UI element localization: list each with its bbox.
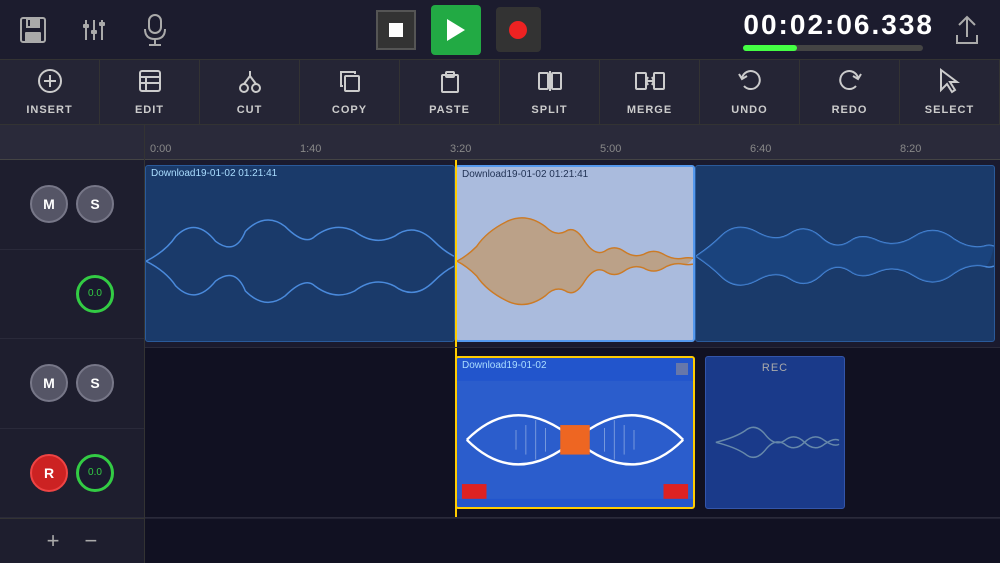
- toolbar: INSERT EDIT CUT: [0, 60, 1000, 125]
- midi-clip1-waveform: [457, 373, 693, 507]
- select-button[interactable]: SELECT: [900, 60, 1000, 125]
- copy-button[interactable]: COPY: [300, 60, 400, 125]
- transport-left: [15, 12, 173, 48]
- upload-button[interactable]: [949, 12, 985, 48]
- clip2-label: Download19-01-02 01:21:41: [457, 167, 693, 182]
- add-track-button[interactable]: +: [47, 528, 60, 554]
- insert-button[interactable]: INSERT: [0, 60, 100, 125]
- split-label: SPLIT: [531, 104, 567, 116]
- ruler-mark-4: 6:40: [750, 143, 771, 155]
- rec-label: REC: [762, 362, 788, 374]
- rec-waveform: [706, 377, 844, 508]
- redo-button[interactable]: REDO: [800, 60, 900, 125]
- select-icon: [937, 68, 963, 100]
- time-progress-fill: [743, 45, 797, 51]
- merge-icon: [635, 68, 665, 100]
- track-add-remove: + −: [0, 518, 144, 563]
- insert-icon: [37, 68, 63, 100]
- save-button[interactable]: [15, 12, 51, 48]
- track2-row: Download19-01-02: [145, 348, 1000, 518]
- track2-controls: M S: [0, 339, 144, 429]
- add-track-area: [145, 518, 1000, 563]
- transport-bar: 00:02:06.338: [0, 0, 1000, 60]
- audio-clip-3[interactable]: [695, 165, 995, 342]
- track1-controls: M S: [0, 160, 144, 250]
- midi-clip1-label: Download19-01-02: [457, 358, 693, 373]
- clip-handle-1[interactable]: [676, 363, 688, 375]
- playhead-track2: [455, 348, 457, 517]
- ruler-mark-1: 1:40: [300, 143, 321, 155]
- track2-volume: R 0.0: [0, 429, 144, 519]
- clip2-waveform: [457, 182, 693, 340]
- ruler-mark-5: 8:20: [900, 143, 921, 155]
- insert-label: INSERT: [26, 104, 72, 116]
- undo-icon: [737, 68, 763, 100]
- merge-label: MERGE: [627, 104, 672, 116]
- track2-record-button[interactable]: R: [30, 454, 68, 492]
- time-display-wrapper: 00:02:06.338: [743, 9, 934, 51]
- remove-track-button[interactable]: −: [85, 528, 98, 554]
- track-controls: M S 0.0 M S R 0.0 + −: [0, 125, 145, 563]
- track1-volume: 0.0: [0, 250, 144, 340]
- microphone-icon[interactable]: [137, 12, 173, 48]
- time-display: 00:02:06.338: [743, 9, 934, 41]
- copy-icon: [337, 68, 363, 100]
- cut-icon: [237, 68, 263, 100]
- split-icon: [537, 68, 563, 100]
- audio-clip-2-selected[interactable]: Download19-01-02 01:21:41: [455, 165, 695, 342]
- edit-label: EDIT: [135, 104, 164, 116]
- ruler-spacer: [0, 125, 144, 160]
- audio-clip-1[interactable]: Download19-01-02 01:21:41: [145, 165, 455, 342]
- cut-button[interactable]: CUT: [200, 60, 300, 125]
- select-label: SELECT: [925, 104, 974, 116]
- clip1-label: Download19-01-02 01:21:41: [146, 166, 454, 181]
- rec-clip[interactable]: REC: [705, 356, 845, 509]
- stop-button[interactable]: [376, 10, 416, 50]
- edit-button[interactable]: EDIT: [100, 60, 200, 125]
- copy-label: COPY: [332, 104, 367, 116]
- merge-button[interactable]: MERGE: [600, 60, 700, 125]
- paste-label: PASTE: [429, 104, 470, 116]
- ruler-mark-2: 3:20: [450, 143, 471, 155]
- timeline-ruler: 0:00 1:40 3:20 5:00 6:40 8:20: [145, 125, 1000, 160]
- redo-icon: [837, 68, 863, 100]
- cut-label: CUT: [237, 104, 263, 116]
- clip1-waveform: [146, 181, 454, 341]
- undo-label: UNDO: [731, 104, 767, 116]
- transport-right: 00:02:06.338: [743, 9, 985, 51]
- track2-volume-knob[interactable]: 0.0: [76, 454, 114, 492]
- record-button[interactable]: [496, 7, 541, 52]
- ruler-mark-3: 5:00: [600, 143, 621, 155]
- clip3-waveform: [696, 171, 994, 341]
- track2-mute-button[interactable]: M: [30, 364, 68, 402]
- track1-row: Download19-01-02 01:21:41 Download19-01-…: [145, 160, 1000, 348]
- paste-icon: [437, 68, 463, 100]
- split-button[interactable]: SPLIT: [500, 60, 600, 125]
- mixer-icon[interactable]: [76, 12, 112, 48]
- play-button[interactable]: [431, 5, 481, 55]
- timeline-area: 0:00 1:40 3:20 5:00 6:40 8:20 Download19…: [145, 125, 1000, 563]
- edit-icon: [137, 68, 163, 100]
- track1-solo-button[interactable]: S: [76, 185, 114, 223]
- time-progress-bar: [743, 45, 923, 51]
- midi-clip-1[interactable]: Download19-01-02: [455, 356, 695, 509]
- transport-controls: [376, 5, 541, 55]
- ruler-mark-0: 0:00: [150, 143, 171, 155]
- track1-mute-button[interactable]: M: [30, 185, 68, 223]
- redo-label: REDO: [832, 104, 868, 116]
- track1-r-placeholder: [30, 275, 68, 313]
- main-area: M S 0.0 M S R 0.0 + − 0:00 1:40 3:20: [0, 125, 1000, 563]
- paste-button[interactable]: PASTE: [400, 60, 500, 125]
- track1-volume-knob[interactable]: 0.0: [76, 275, 114, 313]
- track2-solo-button[interactable]: S: [76, 364, 114, 402]
- playhead: [455, 160, 457, 347]
- undo-button[interactable]: UNDO: [700, 60, 800, 125]
